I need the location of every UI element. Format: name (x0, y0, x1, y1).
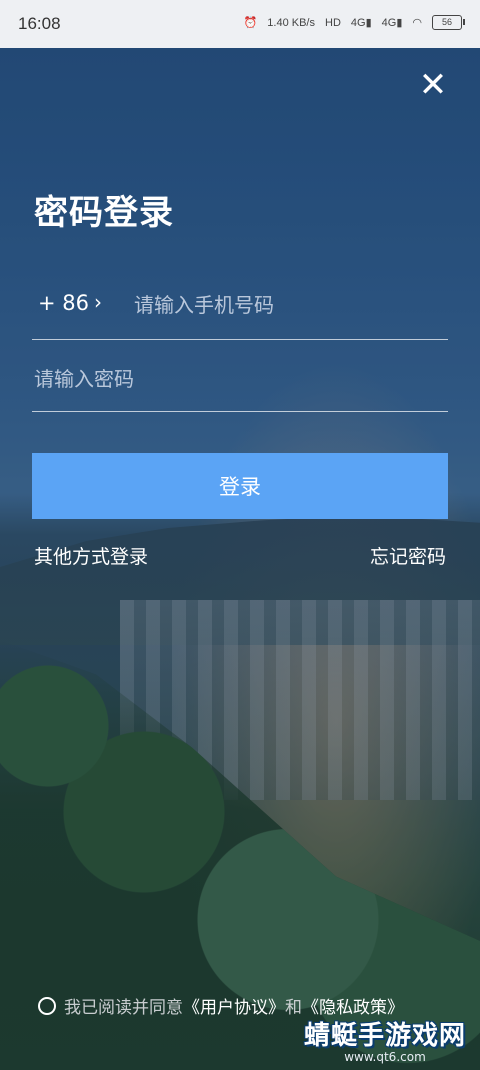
background-overlay (0, 0, 480, 1070)
forgot-password-link[interactable]: 忘记密码 (370, 542, 446, 569)
user-agreement-link[interactable]: 《用户协议》 (183, 993, 285, 1018)
phone-input[interactable] (132, 289, 436, 321)
network-speed: 1.40 KB/s (267, 16, 315, 29)
agreement-and: 和 (285, 998, 302, 1018)
agreement-prefix: 我已阅读并同意 (64, 998, 183, 1018)
signal-sim1-icon: 4G▮ (350, 17, 372, 29)
status-time: 16:08 (18, 14, 61, 33)
alarm-icon: ⏰ (243, 17, 258, 29)
agree-radio[interactable] (38, 996, 56, 1015)
page-title: 密码登录 (34, 193, 174, 233)
watermark-url: www.qt6.com (344, 1050, 426, 1064)
login-button[interactable]: 登录 (32, 453, 448, 519)
watermark-logo: 蜻蜓手游戏网 www.qt6.com (304, 1015, 466, 1064)
close-icon[interactable]: ✕ (416, 68, 450, 102)
signal-sim2-icon: 4G▮ (381, 17, 403, 29)
battery-icon: 56 (432, 15, 465, 30)
watermark-text: 蜻蜓手游戏网 (303, 1021, 466, 1051)
status-icons: ⏰ 1.40 KB/s HD 4G▮ 4G▮ ◠ 56 (243, 15, 465, 30)
wifi-icon: ◠ (412, 17, 422, 29)
hd-icon: HD (325, 16, 341, 29)
password-input[interactable] (32, 363, 446, 395)
status-bar: 16:08 ⏰ 1.40 KB/s HD 4G▮ 4G▮ ◠ 56 (0, 0, 480, 48)
other-login-link[interactable]: 其他方式登录 (34, 542, 148, 569)
country-code-selector[interactable]: + 86 (38, 291, 89, 315)
password-row (32, 355, 448, 412)
chevron-right-icon[interactable]: › (94, 290, 102, 314)
phone-row: + 86 › (32, 281, 448, 340)
